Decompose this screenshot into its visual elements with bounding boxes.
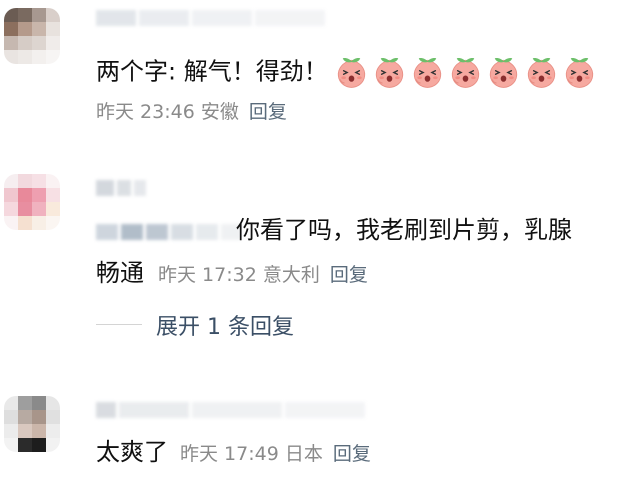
expand-replies-button[interactable]: 展开 1 条回复: [156, 309, 294, 341]
avatar[interactable]: [4, 174, 60, 230]
comment-text: 太爽了: [96, 438, 168, 466]
comment-location: 意大利: [262, 264, 320, 286]
comment-text: 畅通: [96, 259, 144, 287]
nickname-blurred[interactable]: [96, 400, 365, 420]
nickname-blurred[interactable]: [96, 222, 241, 242]
peach-emoji: [489, 58, 517, 88]
peach-emoji: [565, 58, 593, 88]
comment-meta: 昨天 17:32 意大利 回复: [158, 260, 368, 287]
peach-emoji: [337, 58, 365, 88]
comment-meta: 昨天 23:46 安徽 回复: [96, 97, 287, 124]
comment-location: 日本: [284, 443, 323, 465]
comment-time: 昨天 17:32: [158, 264, 257, 286]
reply-button[interactable]: 回复: [333, 443, 371, 465]
peach-emoji: [451, 58, 479, 88]
peach-emoji: [413, 58, 441, 88]
avatar[interactable]: [4, 396, 60, 452]
nickname-blurred[interactable]: [96, 8, 325, 28]
comment-time: 昨天 23:46: [96, 101, 195, 123]
peach-emoji: [375, 58, 403, 88]
comment-location: 安徽: [200, 101, 239, 123]
comment-text: 你看了吗，我老刷到片剪，乳腺: [236, 216, 572, 244]
comment-list: 两个字: 解气！得劲！ 昨天 23:46 安徽 回复 你看了吗，我老刷到片剪，乳…: [0, 0, 631, 491]
comment-text: 两个字: 解气！得劲！: [96, 55, 597, 90]
emoji-row: [334, 55, 597, 90]
nickname-blurred[interactable]: [96, 178, 146, 198]
comment-time: 昨天 17:49: [180, 443, 279, 465]
peach-emoji: [527, 58, 555, 88]
comment-meta: 昨天 17:49 日本 回复: [180, 439, 371, 466]
reply-button[interactable]: 回复: [249, 101, 287, 123]
avatar[interactable]: [4, 8, 60, 64]
reply-button[interactable]: 回复: [330, 264, 368, 286]
expand-divider: [96, 324, 142, 325]
